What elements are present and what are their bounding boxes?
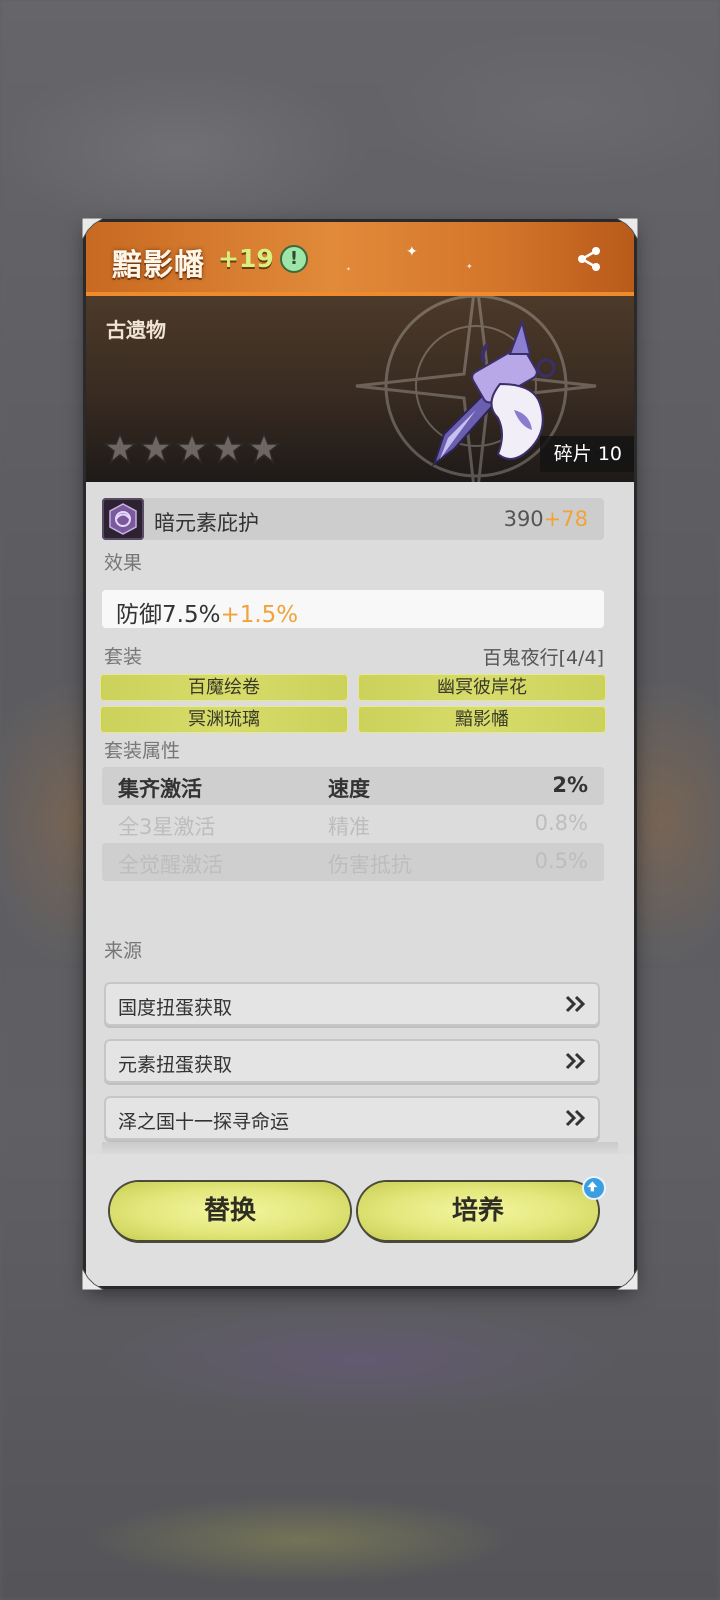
effect-value: 防御7.5%+1.5%: [116, 602, 299, 628]
set-name: 百鬼夜行[4/4]: [482, 647, 604, 669]
star-icon: [176, 432, 208, 464]
source-item-button[interactable]: 元素扭蛋获取: [104, 1039, 600, 1083]
upgrade-arrow-icon: [582, 1176, 606, 1200]
set-piece[interactable]: 冥渊琉璃: [100, 706, 348, 733]
main-stat-name: 暗元素庇护: [154, 511, 259, 535]
sources-label: 来源: [104, 940, 143, 962]
source-item-button[interactable]: 国度扭蛋获取: [104, 982, 600, 1026]
sparkle-decoration: ✦: [346, 266, 352, 273]
set-section-label: 套装: [104, 646, 143, 668]
set-piece[interactable]: 黯影幡: [358, 706, 606, 733]
attr-condition: 全觉醒激活: [118, 853, 223, 877]
corner-ornament-top-right: [616, 218, 638, 240]
set-attribute-row: 全3星激活 精准 0.8%: [102, 805, 604, 843]
star-icon: [212, 432, 244, 464]
info-icon[interactable]: !: [280, 245, 308, 273]
set-attribute-row: 全觉醒激活 伤害抵抗 0.5%: [102, 843, 604, 881]
main-stat-value: 390+78: [503, 507, 588, 531]
source-item-label: 泽之国十一探寻命运: [118, 1111, 290, 1133]
source-item-label: 元素扭蛋获取: [118, 1054, 233, 1076]
attr-stat: 伤害抵抗: [328, 853, 412, 877]
attr-condition: 全3星激活: [118, 815, 216, 839]
effect-bonus: +1.5%: [220, 602, 299, 628]
star-rating: [104, 432, 280, 464]
sparkle-decoration: ✦: [406, 244, 418, 260]
item-level: +19: [218, 244, 274, 273]
share-icon[interactable]: [574, 244, 604, 274]
source-item-label: 国度扭蛋获取: [118, 997, 233, 1019]
item-title: 黯影幡: [112, 248, 205, 283]
effect-section-label: 效果: [104, 552, 143, 574]
main-stat-row: 暗元素庇护 390+78: [102, 498, 604, 540]
corner-ornament-bottom-left: [82, 1268, 104, 1290]
attr-value: 2%: [552, 773, 588, 797]
attr-stat: 精准: [328, 815, 370, 839]
double-chevron-right-icon: [565, 1052, 586, 1070]
attr-condition: 集齐激活: [118, 777, 202, 801]
corner-ornament-bottom-right: [616, 1268, 638, 1290]
double-chevron-right-icon: [565, 1109, 586, 1127]
star-icon: [140, 432, 172, 464]
sparkle-decoration: ✦: [466, 262, 473, 271]
train-button[interactable]: 培养: [358, 1182, 598, 1240]
item-detail-panel: ✦ ✦ ✦ 黯影幡 +19 ! 古遗物 碎片 10 暗元素庇护 390+78 效…: [86, 222, 634, 1286]
attr-value: 0.5%: [534, 849, 588, 873]
star-icon: [104, 432, 136, 464]
item-type-label: 古遗物: [106, 318, 166, 342]
attr-stat: 速度: [328, 777, 370, 801]
replace-button[interactable]: 替换: [110, 1182, 350, 1240]
corner-ornament-top-left: [82, 218, 104, 240]
double-chevron-right-icon: [565, 995, 586, 1013]
panel-header: ✦ ✦ ✦ 黯影幡 +19 !: [86, 222, 634, 296]
star-icon: [248, 432, 280, 464]
source-item-button[interactable]: 泽之国十一探寻命运: [104, 1096, 600, 1140]
set-piece[interactable]: 幽冥彼岸花: [358, 674, 606, 701]
effect-box: 防御7.5%+1.5%: [102, 590, 604, 628]
set-attribute-row: 集齐激活 速度 2%: [102, 767, 604, 805]
fragment-count: 碎片 10: [539, 436, 634, 472]
attr-value: 0.8%: [534, 811, 588, 835]
main-stat-bonus: +78: [543, 507, 588, 531]
dark-element-icon: [102, 498, 144, 540]
set-attributes-label: 套装属性: [104, 740, 181, 762]
set-piece[interactable]: 百魔绘卷: [100, 674, 348, 701]
item-hero-banner: 古遗物 碎片 10: [86, 296, 634, 482]
